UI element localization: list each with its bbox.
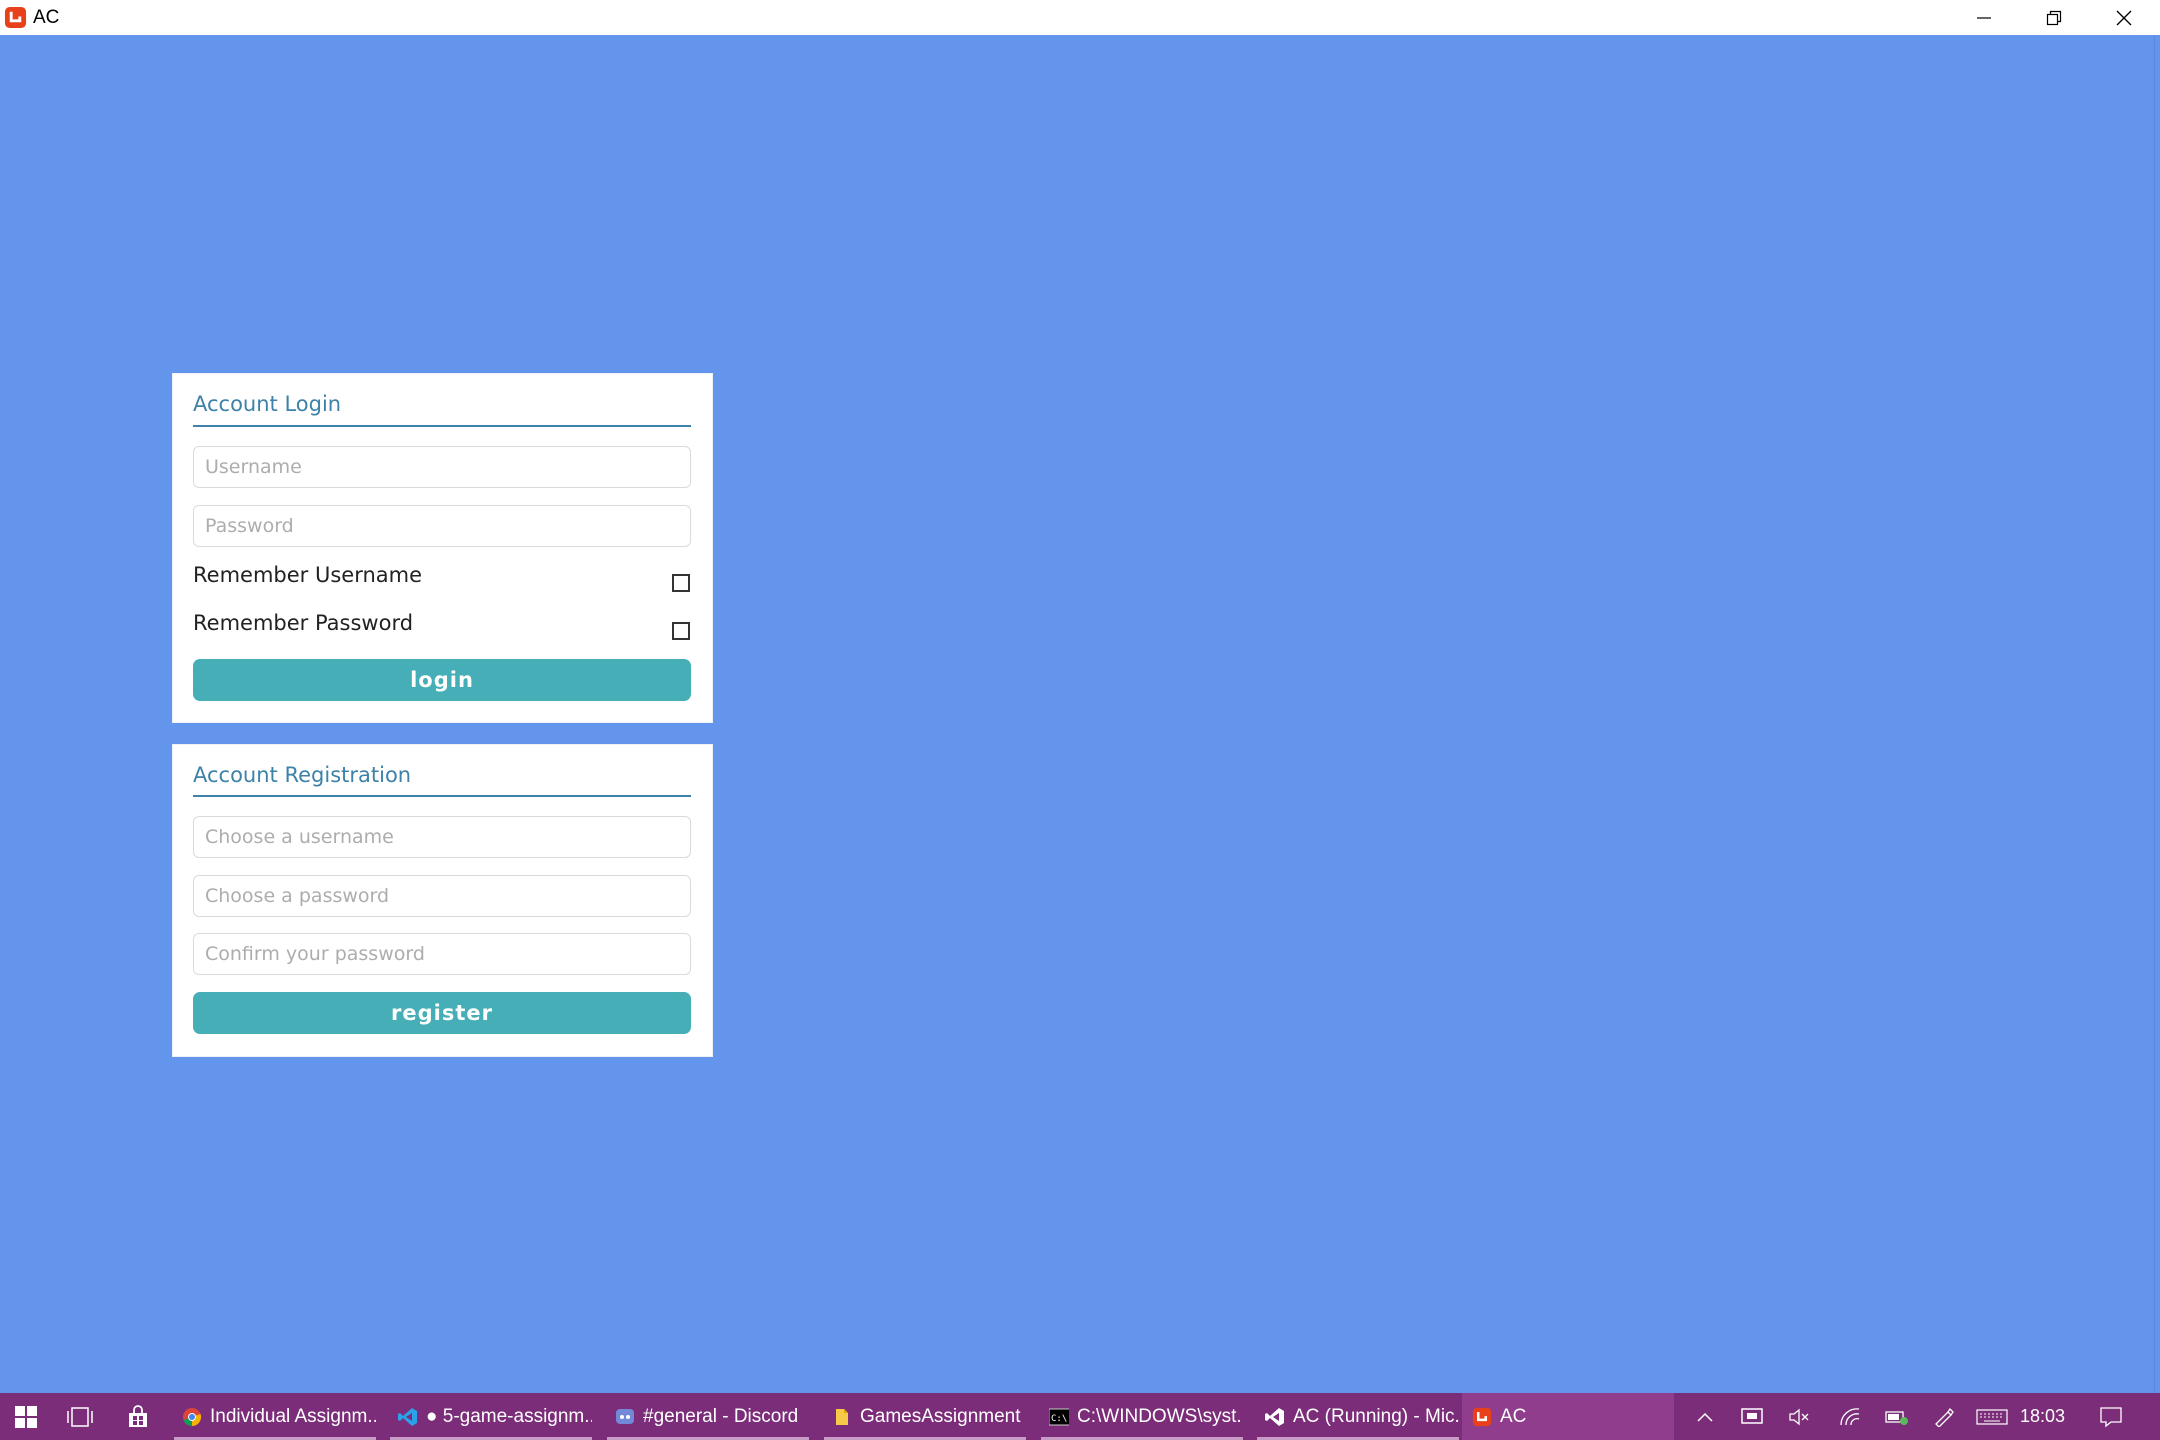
login-button[interactable]: login: [193, 659, 691, 701]
taskbar-item-ac[interactable]: AC: [1462, 1393, 1674, 1440]
visual-studio-icon: [1265, 1407, 1285, 1427]
close-button[interactable]: [2090, 0, 2158, 35]
taskbar-item-chrome[interactable]: Individual Assignm...: [174, 1393, 376, 1440]
window-title: AC: [33, 7, 60, 28]
cmd-icon: C:\: [1049, 1407, 1069, 1427]
chevron-up-icon: [1697, 1412, 1713, 1422]
taskbar-item-label: C:\WINDOWS\syst...: [1077, 1405, 1243, 1427]
taskbar-item-label: Individual Assignm...: [210, 1405, 376, 1427]
restore-button[interactable]: [2020, 0, 2088, 35]
username-input[interactable]: Username: [193, 446, 691, 488]
task-view-icon: [67, 1406, 93, 1427]
minimize-button[interactable]: [1950, 0, 2018, 35]
login-title-divider: [193, 425, 691, 427]
remember-username-label: Remember Username: [193, 563, 423, 587]
show-hidden-icons-button[interactable]: [1685, 1393, 1725, 1440]
pen-button[interactable]: [1924, 1393, 1964, 1440]
remember-password-label: Remember Password: [193, 611, 414, 635]
windows-icon: [15, 1405, 37, 1428]
monitor-icon: [1741, 1407, 1763, 1424]
password-input[interactable]: Password: [193, 505, 691, 547]
svg-text:C:\: C:\: [1051, 1414, 1067, 1424]
taskbar: Individual Assignm... ● 5-game-assignm..…: [0, 1393, 2160, 1440]
battery-charging-icon: [1885, 1410, 1908, 1425]
taskbar-item-folder[interactable]: GamesAssignment: [824, 1393, 1026, 1440]
network-button[interactable]: [1830, 1393, 1870, 1440]
volume-muted-icon: [1789, 1408, 1809, 1425]
vscode-icon: [398, 1407, 418, 1427]
taskbar-item-label: AC (Running) - Mic...: [1293, 1405, 1459, 1427]
taskbar-item-vscode[interactable]: ● 5-game-assignm...: [390, 1393, 592, 1440]
folder-icon: [832, 1407, 852, 1427]
choose-username-input[interactable]: Choose a username: [193, 816, 691, 858]
remember-username-checkbox[interactable]: [672, 574, 690, 592]
window-border: [2154, 35, 2155, 1393]
taskbar-item-discord[interactable]: #general - Discord: [607, 1393, 809, 1440]
taskbar-item-label: ● 5-game-assignm...: [426, 1405, 592, 1427]
taskbar-item-cmd[interactable]: C:\ C:\WINDOWS\syst...: [1041, 1393, 1243, 1440]
registration-panel: Account Registration Choose a username C…: [172, 744, 713, 1057]
registration-title-divider: [193, 795, 691, 797]
volume-button[interactable]: [1779, 1393, 1819, 1440]
action-center-button[interactable]: [2091, 1393, 2131, 1440]
monogame-icon: [1472, 1407, 1492, 1427]
username-placeholder: Username: [205, 456, 302, 478]
taskbar-item-label: #general - Discord: [643, 1405, 799, 1427]
task-view-button[interactable]: [60, 1393, 100, 1440]
remember-password-checkbox[interactable]: [672, 622, 690, 640]
monogame-icon: [4, 6, 27, 29]
taskbar-clock[interactable]: 18:03: [2020, 1393, 2065, 1440]
login-panel: Account Login Username Password Remember…: [172, 373, 713, 723]
chrome-icon: [182, 1407, 202, 1427]
notification-icon: [2100, 1406, 2122, 1427]
pen-icon: [1935, 1407, 1954, 1427]
register-button[interactable]: register: [193, 992, 691, 1034]
confirm-password-input[interactable]: Confirm your password: [193, 933, 691, 975]
confirm-password-placeholder: Confirm your password: [205, 943, 425, 965]
start-button[interactable]: [0, 1393, 52, 1440]
close-icon: [2116, 10, 2132, 25]
choose-password-input[interactable]: Choose a password: [193, 875, 691, 917]
restore-icon: [2046, 10, 2062, 25]
tray-app-icon[interactable]: [1732, 1393, 1772, 1440]
choose-password-placeholder: Choose a password: [205, 885, 390, 907]
store-icon: [129, 1404, 147, 1427]
password-placeholder: Password: [205, 515, 294, 537]
choose-username-placeholder: Choose a username: [205, 826, 394, 848]
window-title-bar: AC: [0, 0, 2160, 36]
store-button[interactable]: [118, 1393, 158, 1440]
registration-title: Account Registration: [193, 763, 412, 787]
wifi-icon: [1840, 1407, 1860, 1425]
taskbar-item-label: AC: [1500, 1405, 1527, 1427]
taskbar-item-label: GamesAssignment: [860, 1405, 1021, 1427]
keyboard-icon: [1976, 1408, 2008, 1425]
touch-keyboard-button[interactable]: [1972, 1393, 2012, 1440]
minimize-icon: [1977, 16, 1991, 19]
login-title: Account Login: [193, 392, 342, 416]
taskbar-item-visual-studio[interactable]: AC (Running) - Mic...: [1257, 1393, 1459, 1440]
battery-button[interactable]: [1877, 1393, 1917, 1440]
discord-icon: [615, 1407, 635, 1427]
